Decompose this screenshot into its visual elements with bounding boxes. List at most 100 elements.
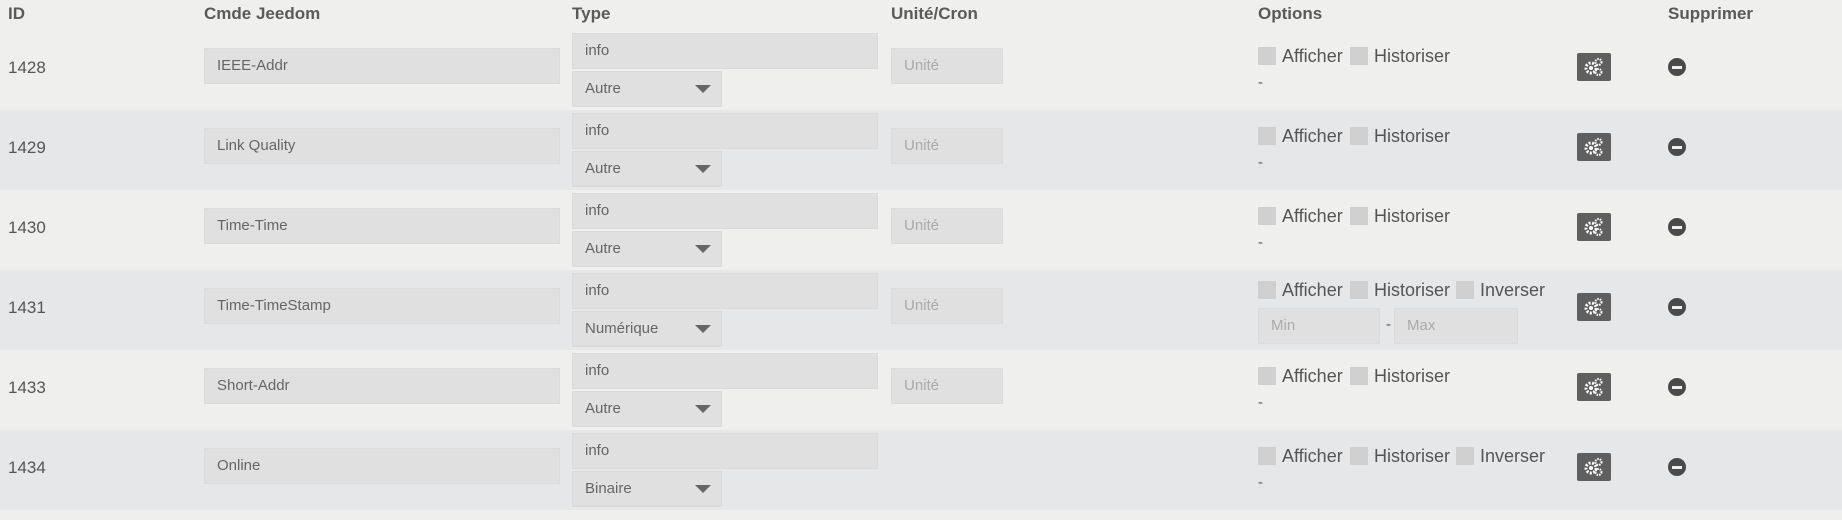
subtype-select[interactable]: Autre <box>572 391 722 427</box>
remove-icon[interactable] <box>1668 298 1686 316</box>
inverser-label: Inverser <box>1480 446 1546 466</box>
afficher-checkbox[interactable]: Afficher <box>1258 366 1343 387</box>
historiser-checkbox[interactable]: Historiser <box>1350 126 1450 147</box>
afficher-label: Afficher <box>1282 46 1343 66</box>
checkbox-box[interactable] <box>1258 281 1276 299</box>
checkbox-box[interactable] <box>1350 207 1368 225</box>
command-name-input[interactable]: Online <box>204 448 560 484</box>
unit-input[interactable]: Unité <box>891 128 1003 164</box>
gears-icon <box>1584 218 1603 236</box>
afficher-checkbox[interactable]: Afficher <box>1258 126 1343 147</box>
remove-icon[interactable] <box>1668 138 1686 156</box>
command-name-input[interactable]: Link Quality <box>204 128 560 164</box>
configure-button[interactable] <box>1577 453 1611 481</box>
table-header: ID Cmde Jeedom Type Unité/Cron Options S… <box>0 0 1842 30</box>
configure-button[interactable] <box>1577 133 1611 161</box>
subtype-value: Autre <box>585 400 621 417</box>
historiser-checkbox[interactable]: Historiser <box>1350 206 1450 227</box>
unit-input[interactable]: Unité <box>891 208 1003 244</box>
checkbox-box[interactable] <box>1258 127 1276 145</box>
gears-icon <box>1584 58 1603 76</box>
subtype-value: Autre <box>585 80 621 97</box>
table-row: 1433 Short-Addr info Autre Unité Affiche… <box>0 350 1842 430</box>
min-input[interactable]: Min <box>1258 308 1380 344</box>
max-input[interactable]: Max <box>1394 308 1518 344</box>
checkbox-box[interactable] <box>1350 47 1368 65</box>
header-cmd: Cmde Jeedom <box>204 4 321 23</box>
command-name-input[interactable]: Short-Addr <box>204 368 560 404</box>
row-id: 1428 <box>8 58 46 77</box>
type-input[interactable]: info <box>572 33 878 69</box>
subtype-select[interactable]: Binaire <box>572 471 722 507</box>
unit-input[interactable]: Unité <box>891 48 1003 84</box>
historiser-checkbox[interactable]: Historiser <box>1350 46 1450 67</box>
remove-icon[interactable] <box>1668 458 1686 476</box>
header-type: Type <box>572 4 611 23</box>
remove-icon[interactable] <box>1668 218 1686 236</box>
caret-down-icon <box>695 85 711 93</box>
type-input[interactable]: info <box>572 193 878 229</box>
subtype-select[interactable]: Autre <box>572 231 722 267</box>
checkbox-box[interactable] <box>1456 447 1474 465</box>
historiser-checkbox[interactable]: Historiser <box>1350 446 1450 467</box>
subtype-value: Autre <box>585 160 621 177</box>
unit-input[interactable]: Unité <box>891 368 1003 404</box>
checkbox-box[interactable] <box>1350 127 1368 145</box>
subtype-select[interactable]: Numérique <box>572 311 722 347</box>
gears-icon <box>1584 458 1603 476</box>
header-delete: Supprimer <box>1668 4 1754 23</box>
caret-down-icon <box>695 165 711 173</box>
historiser-checkbox[interactable]: Historiser <box>1350 366 1450 387</box>
subtype-value: Autre <box>585 240 621 257</box>
type-input[interactable]: info <box>572 353 878 389</box>
checkbox-box[interactable] <box>1258 367 1276 385</box>
configure-button[interactable] <box>1577 293 1611 321</box>
checkbox-box[interactable] <box>1258 447 1276 465</box>
subtype-select[interactable]: Autre <box>572 71 722 107</box>
checkbox-box[interactable] <box>1456 281 1474 299</box>
afficher-checkbox[interactable]: Afficher <box>1258 46 1343 67</box>
afficher-checkbox[interactable]: Afficher <box>1258 446 1343 467</box>
historiser-checkbox[interactable]: Historiser <box>1350 280 1450 301</box>
type-input[interactable]: info <box>572 113 878 149</box>
commands-table: ID Cmde Jeedom Type Unité/Cron Options S… <box>0 0 1842 510</box>
checkbox-box[interactable] <box>1258 47 1276 65</box>
header-unit: Unité/Cron <box>891 4 978 23</box>
row-id: 1429 <box>8 138 46 157</box>
table-row: 1428 IEEE-Addr info Autre Unité Afficher… <box>0 30 1842 110</box>
type-input[interactable]: info <box>572 273 878 309</box>
configure-button[interactable] <box>1577 373 1611 401</box>
command-name-input[interactable]: Time-Time <box>204 208 560 244</box>
checkbox-box[interactable] <box>1350 281 1368 299</box>
type-input[interactable]: info <box>572 433 878 469</box>
checkbox-box[interactable] <box>1350 447 1368 465</box>
subtype-select[interactable]: Autre <box>572 151 722 187</box>
table-row: 1430 Time-Time info Autre Unité Afficher… <box>0 190 1842 270</box>
row-id: 1434 <box>8 458 46 477</box>
options-dash: - <box>1258 74 1263 91</box>
range-separator: - <box>1386 316 1391 333</box>
gears-icon <box>1584 298 1603 316</box>
options-dash: - <box>1258 474 1263 491</box>
checkbox-box[interactable] <box>1350 367 1368 385</box>
afficher-checkbox[interactable]: Afficher <box>1258 280 1343 301</box>
gears-icon <box>1584 378 1603 396</box>
inverser-checkbox[interactable]: Inverser <box>1456 446 1545 467</box>
remove-icon[interactable] <box>1668 58 1686 76</box>
options-dash: - <box>1258 234 1263 251</box>
remove-icon[interactable] <box>1668 378 1686 396</box>
afficher-checkbox[interactable]: Afficher <box>1258 206 1343 227</box>
command-name-input[interactable]: Time-TimeStamp <box>204 288 560 324</box>
options-dash: - <box>1258 154 1263 171</box>
configure-button[interactable] <box>1577 53 1611 81</box>
inverser-checkbox[interactable]: Inverser <box>1456 280 1545 301</box>
afficher-label: Afficher <box>1282 280 1343 300</box>
inverser-label: Inverser <box>1480 280 1546 300</box>
subtype-value: Binaire <box>585 480 632 497</box>
unit-input[interactable]: Unité <box>891 288 1003 324</box>
configure-button[interactable] <box>1577 213 1611 241</box>
checkbox-box[interactable] <box>1258 207 1276 225</box>
row-id: 1431 <box>8 298 46 317</box>
caret-down-icon <box>695 325 711 333</box>
command-name-input[interactable]: IEEE-Addr <box>204 48 560 84</box>
